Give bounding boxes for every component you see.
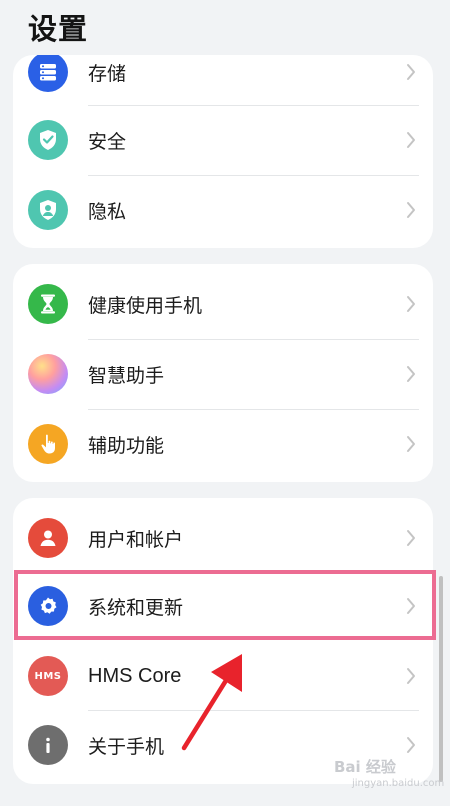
settings-item-label: 智慧助手 [88, 364, 165, 387]
assistant-orb-icon [28, 354, 68, 394]
chevron-right-icon [407, 64, 415, 80]
chevron-right-icon [407, 436, 415, 452]
scrollbar[interactable] [439, 576, 443, 782]
chevron-right-icon [407, 598, 415, 614]
chevron-right-icon [407, 366, 415, 382]
user-icon [28, 518, 68, 558]
settings-item-label: 关于手机 [88, 735, 165, 758]
settings-item-label: 系统和更新 [88, 596, 184, 619]
settings-item-users[interactable]: 用户和帐户 [13, 503, 433, 573]
settings-item-label: 存储 [88, 62, 127, 85]
chevron-right-icon [407, 530, 415, 546]
settings-item-hms-core[interactable]: HMS HMS Core [13, 641, 433, 711]
watermark-logo: Bai 经验 [334, 758, 396, 776]
settings-item-privacy[interactable]: 隐私 [13, 175, 433, 245]
settings-group-1: 存储 安全 隐私 [13, 55, 433, 248]
gear-icon [28, 586, 68, 626]
settings-item-system-update[interactable]: 系统和更新 [13, 571, 433, 641]
settings-item-label: 隐私 [88, 200, 127, 223]
chevron-right-icon [407, 296, 415, 312]
settings-item-label: 健康使用手机 [88, 294, 203, 317]
settings-item-accessibility[interactable]: 辅助功能 [13, 409, 433, 479]
settings-item-assistant[interactable]: 智慧助手 [13, 339, 433, 409]
chevron-right-icon [407, 132, 415, 148]
chevron-right-icon [407, 202, 415, 218]
settings-item-label: 辅助功能 [88, 434, 165, 457]
settings-item-digital-balance[interactable]: 健康使用手机 [13, 269, 433, 339]
settings-item-label: 用户和帐户 [88, 528, 184, 551]
settings-item-label: 安全 [88, 130, 127, 153]
hand-pointer-icon [28, 424, 68, 464]
watermark-url: jingyan.baidu.com [352, 778, 445, 789]
hms-logo-icon: HMS [28, 656, 68, 696]
settings-screen: 设置 存储 安全 隐私 健康使用手机 智慧助手 辅助功能 用户和帐户 系统和更新… [0, 0, 450, 806]
info-icon [28, 725, 68, 765]
hourglass-icon [28, 284, 68, 324]
privacy-shield-icon [28, 190, 68, 230]
settings-item-storage[interactable]: 存储 [13, 55, 433, 107]
chevron-right-icon [407, 668, 415, 684]
settings-item-security[interactable]: 安全 [13, 105, 433, 175]
hms-badge-text: HMS [34, 670, 62, 682]
storage-icon [28, 55, 68, 92]
settings-item-label: HMS Core [88, 664, 182, 687]
chevron-right-icon [407, 737, 415, 753]
page-title: 设置 [28, 12, 89, 46]
shield-check-icon [28, 120, 68, 160]
settings-group-2: 健康使用手机 智慧助手 辅助功能 [13, 264, 433, 482]
settings-group-3: 用户和帐户 系统和更新 HMS HMS Core 关于手机 [13, 498, 433, 784]
